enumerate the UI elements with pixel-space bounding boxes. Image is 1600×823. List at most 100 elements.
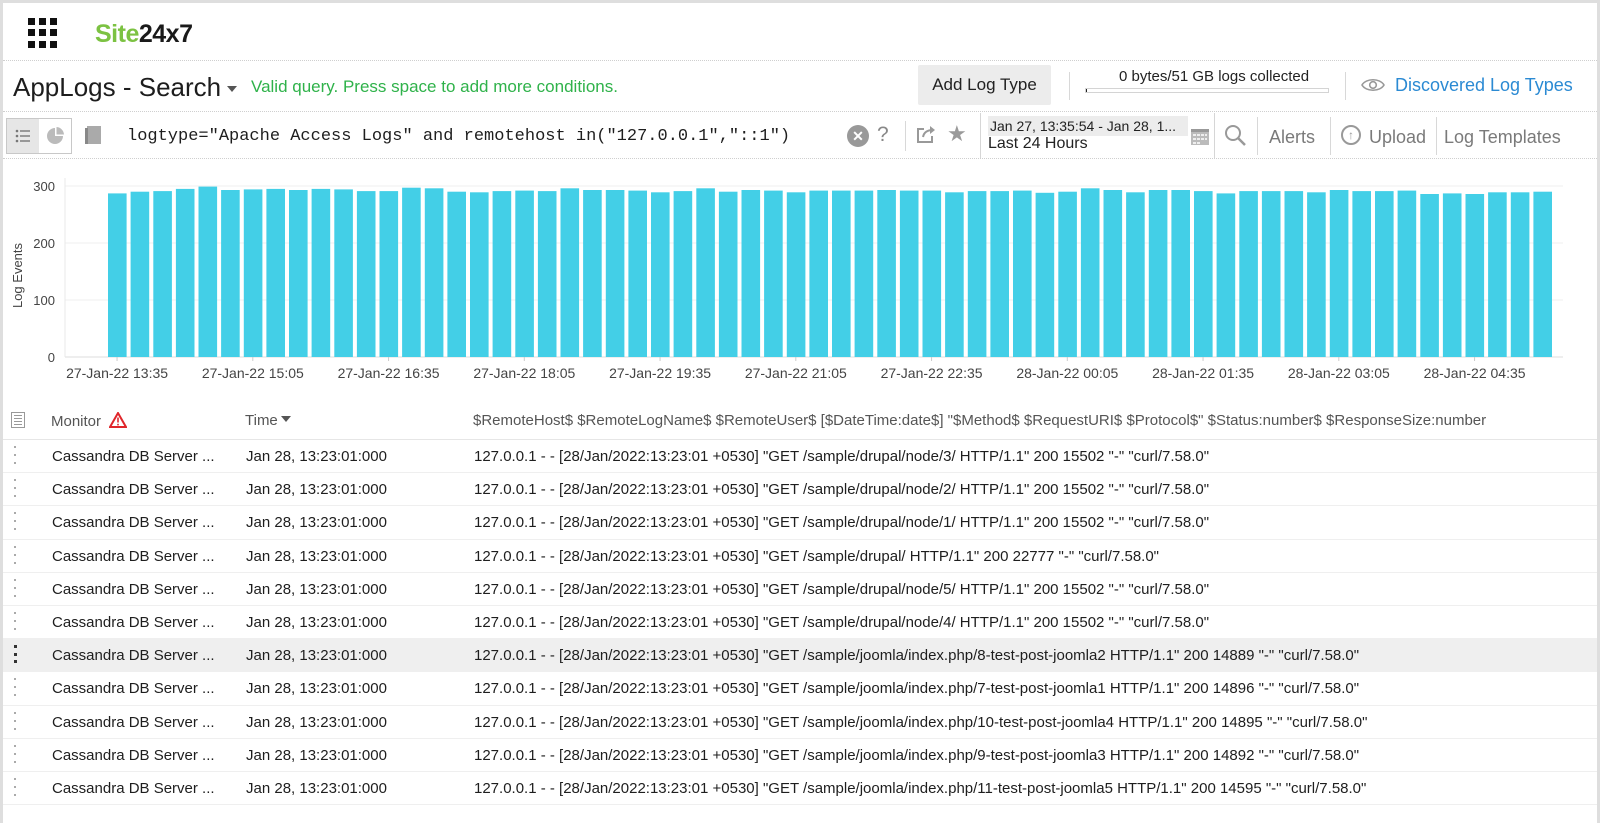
monitor-cell[interactable]: Cassandra DB Server ...	[52, 780, 215, 797]
page-title[interactable]: AppLogs - Search	[13, 72, 221, 103]
monitor-cell[interactable]: Cassandra DB Server ...	[52, 614, 215, 631]
chart-bar	[560, 188, 580, 357]
chart-bar	[1420, 194, 1439, 357]
monitor-cell[interactable]: Cassandra DB Server ...	[52, 747, 215, 764]
row-menu-icon[interactable]	[13, 678, 17, 697]
log-usage-progress	[1085, 88, 1329, 93]
monitor-cell[interactable]: Cassandra DB Server ...	[52, 647, 215, 664]
monitor-cell[interactable]: Cassandra DB Server ...	[52, 448, 215, 465]
message-cell[interactable]: 127.0.0.1 - - [28/Jan/2022:13:23:01 +053…	[474, 548, 1159, 565]
chart-bar	[877, 190, 896, 357]
message-cell[interactable]: 127.0.0.1 - - [28/Jan/2022:13:23:01 +053…	[474, 680, 1359, 697]
log-templates-button[interactable]: Log Templates	[1444, 127, 1561, 148]
list-view-button[interactable]	[7, 119, 39, 153]
monitor-cell[interactable]: Cassandra DB Server ...	[52, 581, 215, 598]
row-menu-icon[interactable]	[13, 545, 17, 564]
monitor-column-header[interactable]: Monitor	[51, 412, 128, 430]
warning-icon[interactable]	[109, 412, 128, 428]
bar-chart-svg: 0 100 200 300 27-Jan-22 13:35 27-Jan-22 15:05…	[33, 178, 1563, 381]
top-bar: Site24x7	[3, 3, 1597, 61]
title-dropdown-caret-icon[interactable]	[227, 86, 237, 92]
add-log-type-button[interactable]: Add Log Type	[918, 65, 1051, 105]
chart-bar	[718, 191, 738, 357]
log-events-chart: Log Events 0 100 200 300 27-Jan-22 13:35 27-J…	[3, 160, 1597, 395]
message-cell[interactable]: 127.0.0.1 - - [28/Jan/2022:13:23:01 +053…	[474, 614, 1209, 631]
row-menu-icon[interactable]	[13, 446, 17, 464]
message-cell[interactable]: 127.0.0.1 - - [28/Jan/2022:13:23:01 +053…	[474, 714, 1367, 731]
search-query-input[interactable]: logtype="Apache Access Logs" and remoteh…	[127, 127, 790, 146]
message-cell[interactable]: 127.0.0.1 - - [28/Jan/2022:13:23:01 +053…	[474, 780, 1366, 797]
chart-bar	[967, 191, 987, 357]
chart-bar	[696, 188, 715, 357]
divider	[905, 121, 906, 151]
table-row[interactable]: Cassandra DB Server ... Jan 28, 13:23:01:…	[3, 706, 1597, 739]
monitor-cell[interactable]: Cassandra DB Server ...	[52, 680, 215, 697]
chart-bar	[175, 188, 195, 357]
clear-query-icon[interactable]: ✕	[847, 125, 869, 147]
chart-bar	[922, 190, 942, 357]
divider	[1330, 117, 1331, 155]
logo-site-text: Site	[95, 20, 139, 48]
chart-bar	[1352, 191, 1371, 357]
chart-bar	[1148, 190, 1168, 357]
row-menu-icon[interactable]	[13, 578, 17, 597]
alerts-button[interactable]: Alerts	[1269, 127, 1315, 148]
upload-icon[interactable]: ↑	[1341, 125, 1361, 145]
row-menu-icon[interactable]	[13, 711, 17, 730]
chart-bar	[1103, 190, 1123, 357]
site24x7-logo[interactable]: Site24x7	[95, 20, 193, 49]
chart-bar	[153, 191, 172, 357]
chart-bar	[899, 190, 919, 357]
y-tick-label: 100	[33, 293, 55, 308]
search-icon[interactable]	[1223, 123, 1247, 147]
monitor-cell[interactable]: Cassandra DB Server ...	[52, 481, 215, 498]
calendar-icon[interactable]	[1191, 127, 1209, 145]
message-cell[interactable]: 127.0.0.1 - - [28/Jan/2022:13:23:01 +053…	[474, 747, 1359, 764]
chart-bar	[266, 188, 285, 357]
date-range-picker[interactable]: Jan 27, 13:35:54 - Jan 28, 1... Last 24 …	[980, 113, 1215, 158]
message-cell[interactable]: 127.0.0.1 - - [28/Jan/2022:13:23:01 +053…	[474, 448, 1209, 465]
help-icon[interactable]: ?	[877, 123, 889, 147]
table-row[interactable]: Cassandra DB Server ... Jan 28, 13:23:01:…	[3, 573, 1597, 606]
row-menu-icon[interactable]	[13, 645, 17, 664]
chart-bar	[311, 188, 331, 357]
x-tick-label: 27-Jan-22 18:05	[473, 365, 575, 381]
chart-bar	[1488, 192, 1507, 357]
time-column-header[interactable]: Time	[245, 412, 291, 429]
row-menu-icon[interactable]	[13, 777, 17, 796]
chart-bar	[786, 192, 806, 357]
message-cell[interactable]: 127.0.0.1 - - [28/Jan/2022:13:23:01 +053…	[474, 481, 1209, 498]
row-menu-icon[interactable]	[13, 611, 17, 630]
time-cell: Jan 28, 13:23:01:000	[246, 514, 387, 532]
discovered-log-types-link[interactable]: Discovered Log Types	[1395, 75, 1573, 96]
upload-button[interactable]: Upload	[1369, 127, 1426, 148]
table-row[interactable]: Cassandra DB Server ... Jan 28, 13:23:01:…	[3, 473, 1597, 507]
x-tick-label: 28-Jan-22 03:05	[1288, 365, 1390, 381]
row-menu-icon[interactable]	[13, 744, 17, 763]
table-row[interactable]: Cassandra DB Server ... Jan 28, 13:23:01:…	[3, 540, 1597, 573]
monitor-cell[interactable]: Cassandra DB Server ...	[52, 548, 215, 565]
table-row[interactable]: Cassandra DB Server ... Jan 28, 13:23:01:…	[3, 440, 1597, 474]
app-grid-icon[interactable]	[28, 18, 58, 48]
row-menu-icon[interactable]	[13, 479, 17, 498]
time-cell: Jan 28, 13:23:01:000	[246, 713, 387, 731]
column-chooser-icon[interactable]	[11, 412, 25, 428]
monitor-cell[interactable]: Cassandra DB Server ...	[52, 714, 215, 731]
table-row[interactable]: Cassandra DB Server ... Jan 28, 13:23:01:…	[3, 606, 1597, 640]
table-row[interactable]: Cassandra DB Server ... Jan 28, 13:23:01:…	[3, 506, 1597, 540]
saved-search-book-icon[interactable]	[85, 125, 103, 145]
row-menu-icon[interactable]	[13, 512, 17, 531]
table-row[interactable]: Cassandra DB Server ... Jan 28, 13:23:01:…	[3, 672, 1597, 706]
share-icon[interactable]	[915, 124, 937, 146]
table-row[interactable]: Cassandra DB Server ... Jan 28, 13:23:01:…	[3, 772, 1597, 806]
chart-bar	[1375, 191, 1394, 357]
chart-view-button[interactable]	[39, 119, 71, 153]
table-row[interactable]: Cassandra DB Server ... Jan 28, 13:23:01:…	[3, 739, 1597, 772]
table-row[interactable]: Cassandra DB Server ... Jan 28, 13:23:01:…	[3, 639, 1597, 673]
message-cell[interactable]: 127.0.0.1 - - [28/Jan/2022:13:23:01 +053…	[474, 581, 1209, 598]
chart-bar	[1239, 191, 1258, 357]
monitor-cell[interactable]: Cassandra DB Server ...	[52, 514, 215, 531]
favorite-star-icon[interactable]: ★	[947, 121, 967, 147]
message-cell[interactable]: 127.0.0.1 - - [28/Jan/2022:13:23:01 +053…	[474, 647, 1359, 664]
message-cell[interactable]: 127.0.0.1 - - [28/Jan/2022:13:23:01 +053…	[474, 514, 1209, 531]
